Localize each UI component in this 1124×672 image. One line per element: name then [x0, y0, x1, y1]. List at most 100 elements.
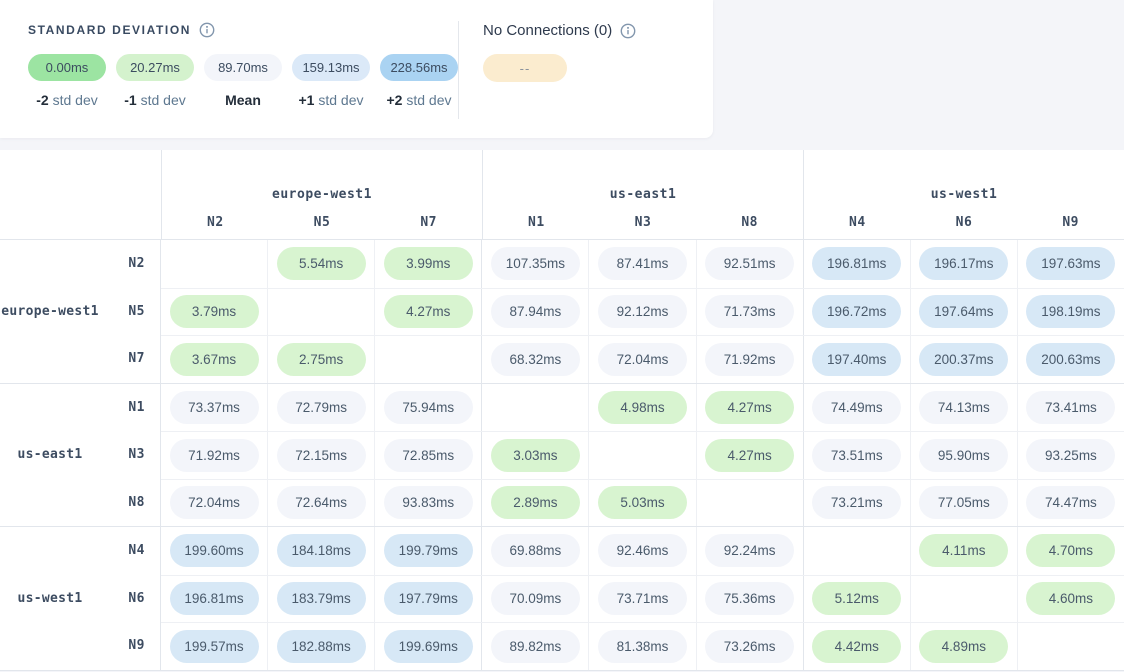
latency-cell: 74.49ms	[803, 384, 910, 432]
latency-pill[interactable]: 73.37ms	[170, 391, 259, 424]
latency-pill[interactable]: 77.05ms	[919, 486, 1008, 519]
latency-pill[interactable]: 71.92ms	[705, 343, 794, 376]
latency-pill[interactable]: 87.94ms	[491, 295, 580, 328]
latency-pill[interactable]: 71.73ms	[705, 295, 794, 328]
latency-pill[interactable]: 73.71ms	[598, 582, 687, 615]
latency-pill[interactable]: 199.69ms	[384, 630, 473, 663]
latency-cell: 72.15ms	[267, 432, 374, 479]
latency-pill[interactable]: 2.75ms	[277, 343, 366, 376]
column-header-N5: N5	[269, 215, 376, 230]
legend-label-plus1: +1 std dev	[292, 92, 370, 108]
latency-pill[interactable]: 92.12ms	[598, 295, 687, 328]
latency-pill[interactable]: 107.35ms	[491, 247, 580, 280]
latency-pill[interactable]: 4.27ms	[384, 295, 473, 328]
latency-pill[interactable]: 72.04ms	[170, 486, 259, 519]
latency-pill[interactable]: 197.64ms	[919, 295, 1008, 328]
column-group-us-west1: us-west1N4N6N9	[803, 150, 1124, 239]
latency-pill[interactable]: 5.54ms	[277, 247, 366, 280]
latency-pill[interactable]: 72.15ms	[277, 439, 366, 472]
latency-cell: 73.26ms	[696, 623, 803, 670]
latency-pill[interactable]: 70.09ms	[491, 582, 580, 615]
latency-pill[interactable]: 3.99ms	[384, 247, 473, 280]
latency-pill[interactable]: 200.63ms	[1026, 343, 1115, 376]
latency-pill[interactable]: 92.46ms	[598, 534, 687, 567]
latency-pill[interactable]: 196.81ms	[812, 247, 901, 280]
latency-pill[interactable]: 4.70ms	[1026, 534, 1115, 567]
latency-cell: 73.41ms	[1017, 384, 1124, 432]
latency-cell: 87.94ms	[481, 289, 588, 336]
latency-pill[interactable]: 68.32ms	[491, 343, 580, 376]
latency-cell: 199.79ms	[374, 527, 481, 575]
latency-cell: 73.71ms	[588, 576, 695, 623]
latency-cell: 92.51ms	[696, 240, 803, 288]
latency-pill[interactable]: 198.19ms	[1026, 295, 1115, 328]
latency-pill[interactable]: 4.98ms	[598, 391, 687, 424]
latency-pill[interactable]: 73.41ms	[1026, 391, 1115, 424]
latency-pill[interactable]: 3.03ms	[491, 439, 580, 472]
latency-pill[interactable]: 197.63ms	[1026, 247, 1115, 280]
latency-pill[interactable]: 2.89ms	[491, 486, 580, 519]
latency-cell: 72.64ms	[267, 480, 374, 527]
latency-pill[interactable]: 72.85ms	[384, 439, 473, 472]
latency-pill[interactable]: 74.47ms	[1026, 486, 1115, 519]
latency-pill[interactable]: 74.13ms	[919, 391, 1008, 424]
latency-pill[interactable]: 92.51ms	[705, 247, 794, 280]
latency-cell	[161, 240, 267, 288]
latency-pill[interactable]: 200.37ms	[919, 343, 1008, 376]
latency-pill[interactable]: 4.89ms	[919, 630, 1008, 663]
latency-pill[interactable]: 93.25ms	[1026, 439, 1115, 472]
latency-pill[interactable]: 74.49ms	[812, 391, 901, 424]
latency-pill[interactable]: 4.11ms	[919, 534, 1008, 567]
latency-pill[interactable]: 196.81ms	[170, 582, 259, 615]
latency-pill[interactable]: 197.40ms	[812, 343, 901, 376]
latency-pill[interactable]: 182.88ms	[277, 630, 366, 663]
latency-pill[interactable]: 4.60ms	[1026, 582, 1115, 615]
latency-pill[interactable]: 196.17ms	[919, 247, 1008, 280]
latency-pill[interactable]: 75.94ms	[384, 391, 473, 424]
latency-pill[interactable]: 81.38ms	[598, 630, 687, 663]
latency-pill[interactable]: 72.64ms	[277, 486, 366, 519]
legend-label-mean: Mean	[204, 92, 282, 108]
latency-pill[interactable]: 196.72ms	[812, 295, 901, 328]
latency-pill[interactable]: 199.57ms	[170, 630, 259, 663]
latency-cell: 93.25ms	[1017, 432, 1124, 479]
latency-pill[interactable]: 72.79ms	[277, 391, 366, 424]
latency-cell: 2.75ms	[267, 336, 374, 383]
latency-pill[interactable]: 87.41ms	[598, 247, 687, 280]
latency-pill[interactable]: 4.42ms	[812, 630, 901, 663]
latency-cell: 199.69ms	[374, 623, 481, 670]
latency-cell: 5.54ms	[267, 240, 374, 288]
latency-pill[interactable]: 199.79ms	[384, 534, 473, 567]
latency-pill[interactable]: 183.79ms	[277, 582, 366, 615]
latency-pill[interactable]: 3.67ms	[170, 343, 259, 376]
latency-pill[interactable]: 89.82ms	[491, 630, 580, 663]
std-deviation-labels: -2 std dev -1 std dev Mean +1 std dev +2…	[28, 92, 458, 108]
latency-pill[interactable]: 5.12ms	[812, 582, 901, 615]
std-deviation-info-icon[interactable]	[199, 22, 215, 38]
latency-cell: 196.17ms	[910, 240, 1017, 288]
matrix-corner-cell	[0, 150, 161, 239]
latency-pill[interactable]: 75.36ms	[705, 582, 794, 615]
latency-pill[interactable]: 93.83ms	[384, 486, 473, 519]
latency-pill[interactable]: 73.26ms	[705, 630, 794, 663]
legend-pill-minus1: 20.27ms	[116, 54, 194, 81]
latency-pill[interactable]: 95.90ms	[919, 439, 1008, 472]
latency-cell: 3.79ms	[161, 289, 267, 336]
matrix-row-N9: N9199.57ms182.88ms199.69ms89.82ms81.38ms…	[100, 622, 1124, 670]
latency-pill[interactable]: 3.79ms	[170, 295, 259, 328]
latency-pill[interactable]: 5.03ms	[598, 486, 687, 519]
latency-pill[interactable]: 73.51ms	[812, 439, 901, 472]
latency-pill[interactable]: 71.92ms	[170, 439, 259, 472]
latency-pill[interactable]: 69.88ms	[491, 534, 580, 567]
latency-pill[interactable]: 4.27ms	[705, 391, 794, 424]
latency-pill[interactable]: 72.04ms	[598, 343, 687, 376]
latency-pill[interactable]: 92.24ms	[705, 534, 794, 567]
latency-pill[interactable]: 73.21ms	[812, 486, 901, 519]
no-connections-info-icon[interactable]	[620, 23, 636, 39]
latency-pill[interactable]: 197.79ms	[384, 582, 473, 615]
latency-pill[interactable]: 199.60ms	[170, 534, 259, 567]
row-header-N1: N1	[100, 384, 161, 432]
latency-pill[interactable]: 4.27ms	[705, 439, 794, 472]
latency-pill[interactable]: 184.18ms	[277, 534, 366, 567]
row-group-label: europe-west1	[0, 240, 100, 383]
